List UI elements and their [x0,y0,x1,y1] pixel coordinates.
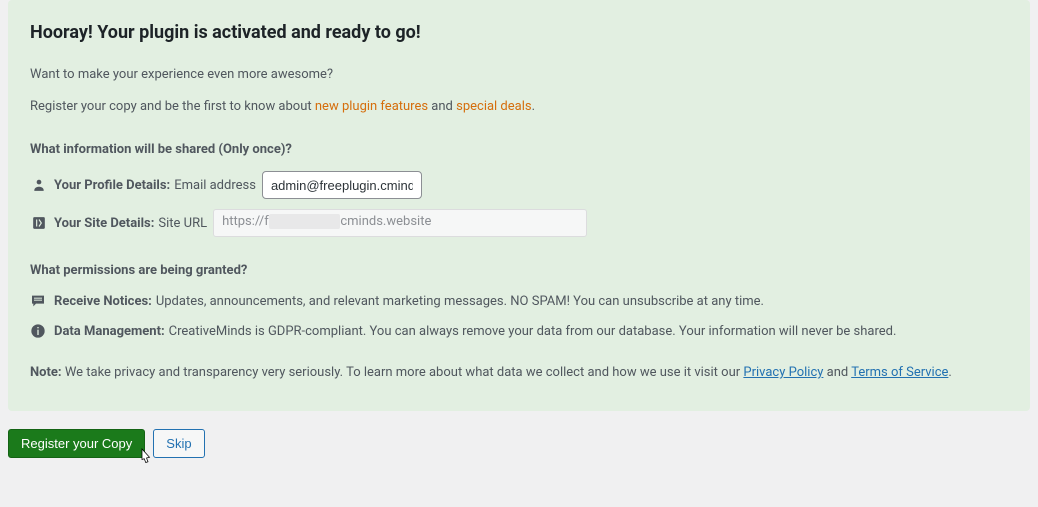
info-icon [30,323,50,339]
profile-sub-label: Email address [174,178,256,193]
note-mid: and [823,365,851,380]
intro-line-1: Want to make your experience even more a… [30,65,1008,85]
new-features-link[interactable]: new plugin features [315,99,428,114]
note-post: . [948,365,951,380]
intro2-post: . [532,99,535,114]
data-text: CreativeMinds is GDPR-compliant. You can… [169,324,897,339]
profile-row: Your Profile Details: Email address [30,171,1008,199]
site-icon [30,216,48,230]
site-url-field[interactable]: https://fxxxxxxxxcminds.website [213,209,587,237]
intro-line-2: Register your copy and be the first to k… [30,97,1008,117]
activation-notice: Hooray! Your plugin is activated and rea… [8,0,1030,411]
note-pre: We take privacy and transparency very se… [62,365,744,380]
button-row: Register your Copy Skip [8,429,1030,458]
receive-notices-row: Receive Notices: Updates, announcements, … [30,292,1008,312]
share-heading: What information will be shared (Only on… [30,142,1008,157]
message-icon [30,293,50,309]
notices-text: Updates, announcements, and relevant mar… [156,294,764,309]
profile-label: Your Profile Details: [54,178,170,193]
email-field[interactable] [262,171,422,199]
notices-label: Receive Notices: [54,294,152,309]
intro2-pre: Register your copy and be the first to k… [30,99,315,114]
intro2-mid: and [428,99,456,114]
register-button[interactable]: Register your Copy [8,429,145,458]
privacy-policy-link[interactable]: Privacy Policy [743,365,823,380]
url-redacted: xxxxxxxx [269,214,341,229]
note-row: Note: We take privacy and transparency v… [30,363,1008,383]
data-management-row: Data Management: CreativeMinds is GDPR-co… [30,322,1008,342]
person-icon [30,178,48,192]
perms-heading: What permissions are being granted? [30,263,1008,278]
site-row: Your Site Details: Site URL https://fxxx… [30,209,1008,237]
skip-button[interactable]: Skip [153,429,204,458]
terms-of-service-link[interactable]: Terms of Service [851,365,948,380]
notice-heading: Hooray! Your plugin is activated and rea… [30,22,1008,43]
special-deals-link[interactable]: special deals [456,99,532,114]
site-label: Your Site Details: [54,216,154,231]
url-pre: https://f [222,214,269,229]
url-post: cminds.website [340,214,431,229]
note-label: Note: [30,365,62,380]
data-label: Data Management: [54,324,165,339]
site-sub-label: Site URL [158,216,207,231]
